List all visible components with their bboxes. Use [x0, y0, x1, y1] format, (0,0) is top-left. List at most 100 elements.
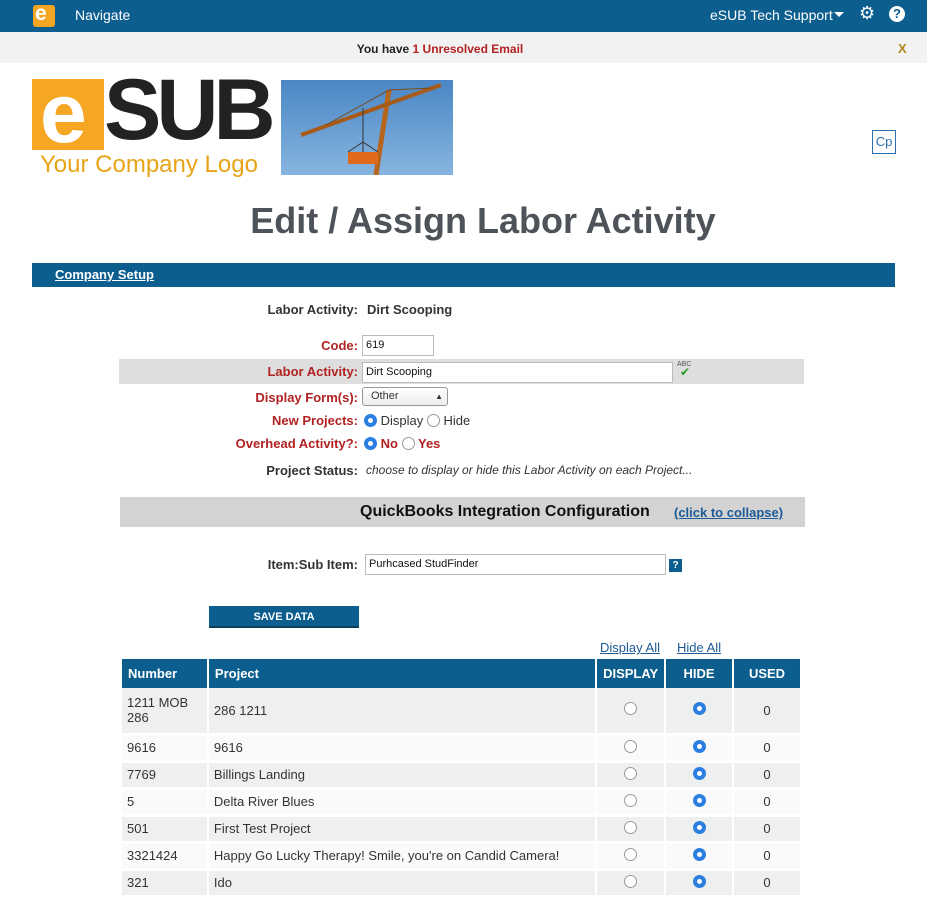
table-header-row: Number Project DISPLAY HIDE USED [122, 659, 802, 688]
overhead-no-radio[interactable] [364, 437, 377, 450]
used-count-cell: 0 [733, 869, 802, 898]
labor-activity-label: Labor Activity: [267, 364, 358, 379]
overhead-no-label: No [380, 436, 398, 451]
display-radio-cell [596, 869, 667, 898]
display-radio[interactable] [624, 874, 638, 888]
header-used[interactable]: USED [733, 659, 802, 688]
used-count-cell: 0 [733, 688, 802, 736]
item-sub-item-input[interactable]: Purhcased StudFinder [365, 554, 666, 575]
quickbooks-section-header: QuickBooks Integration Configuration (cl… [120, 497, 805, 527]
cp-button[interactable]: Cp [872, 130, 896, 154]
top-nav-bar: e Navigate eSUB Tech Support ⚙ ? [0, 0, 927, 32]
notification-message: You have 1 Unresolved Email [0, 42, 880, 56]
project-name-cell: Ido [207, 869, 598, 898]
help-icon[interactable]: ? [669, 559, 682, 572]
company-logo: e SUB Your Company Logo [32, 62, 280, 179]
hide-radio-cell [665, 842, 735, 871]
hide-radio-cell [665, 788, 735, 817]
crane-image [281, 80, 453, 175]
project-status-description: choose to display or hide this Labor Act… [366, 463, 693, 477]
company-setup-link[interactable]: Company Setup [55, 267, 154, 282]
header-hide[interactable]: HIDE [665, 659, 735, 688]
table-row: 5 Delta River Blues 0 [122, 788, 802, 817]
logo-tagline: Your Company Logo [40, 151, 258, 178]
notification-prefix: You have [356, 42, 413, 56]
display-radio[interactable] [624, 847, 638, 861]
display-radio[interactable] [624, 739, 638, 753]
code-input[interactable]: 619 [362, 335, 434, 356]
display-radio[interactable] [624, 793, 638, 807]
check-icon: ✔ [680, 365, 691, 379]
project-number-cell: 9616 [122, 734, 209, 763]
hide-radio-cell [665, 761, 735, 790]
esub-app-icon[interactable]: e [33, 2, 55, 27]
project-number-cell: 1211 MOB 286 [122, 688, 209, 736]
new-projects-display-radio[interactable] [364, 414, 377, 427]
overhead-yes-label: Yes [417, 436, 441, 451]
project-number-cell: 321 [122, 869, 209, 898]
save-data-button[interactable]: SAVE DATA [209, 606, 359, 628]
close-notification-button[interactable]: X [898, 41, 907, 56]
new-projects-label: New Projects: [272, 413, 358, 428]
spell-check-icon[interactable]: ABC ✔ [677, 361, 691, 379]
header-display[interactable]: DISPLAY [596, 659, 667, 688]
display-radio-cell [596, 761, 667, 790]
hide-radio[interactable] [692, 820, 706, 834]
used-count-cell: 0 [733, 842, 802, 871]
display-radio-cell [596, 734, 667, 763]
display-forms-select[interactable]: Other ▲ [362, 387, 448, 406]
new-projects-hide-radio[interactable] [426, 414, 440, 427]
hide-radio[interactable] [692, 739, 706, 753]
quickbooks-title: QuickBooks Integration Configuration [360, 503, 650, 520]
unresolved-email-link[interactable]: 1 Unresolved Email [413, 42, 524, 56]
code-label: Code: [321, 338, 358, 353]
labor-activity-header-value: Dirt Scooping [367, 302, 453, 317]
app-icon-letter: e [35, 2, 47, 25]
hide-radio-cell [665, 688, 735, 736]
overhead-yes-radio[interactable] [401, 437, 415, 450]
hide-radio[interactable] [692, 702, 706, 716]
project-status-label: Project Status: [266, 463, 358, 478]
item-sub-item-label: Item:Sub Item: [267, 557, 358, 572]
table-row: 3321424 Happy Go Lucky Therapy! Smile, yo… [122, 842, 802, 871]
project-name-cell: First Test Project [207, 815, 598, 844]
hide-radio[interactable] [692, 874, 706, 888]
header-project[interactable]: Project [207, 659, 598, 688]
project-number-cell: 501 [122, 815, 209, 844]
display-forms-selected: Other [371, 390, 399, 402]
display-radio[interactable] [624, 766, 638, 780]
display-radio[interactable] [624, 702, 638, 716]
display-all-link[interactable]: Display All [600, 640, 660, 655]
table-row: 9616 9616 0 [122, 734, 802, 763]
chevron-down-icon[interactable] [834, 12, 844, 17]
user-menu[interactable]: eSUB Tech Support [710, 7, 833, 23]
collapse-link[interactable]: (click to collapse) [674, 505, 783, 520]
help-icon[interactable]: ? [889, 6, 905, 22]
used-count-cell: 0 [733, 788, 802, 817]
project-number-cell: 7769 [122, 761, 209, 790]
new-projects-options: Display Hide [364, 413, 470, 428]
breadcrumb-bar: Company Setup [32, 263, 895, 287]
labor-activity-header-label: Labor Activity: [267, 302, 358, 317]
labor-activity-input[interactable]: Dirt Scooping [362, 362, 673, 383]
used-count-cell: 0 [733, 761, 802, 790]
project-number-cell: 5 [122, 788, 209, 817]
select-arrows-icon: ▲ [435, 392, 443, 401]
used-count-cell: 0 [733, 734, 802, 763]
project-name-cell: 9616 [207, 734, 598, 763]
project-number-cell: 3321424 [122, 842, 209, 871]
used-count-cell: 0 [733, 815, 802, 844]
overhead-activity-options: No Yes [364, 436, 440, 451]
hide-radio[interactable] [692, 766, 706, 780]
project-name-cell: 286 1211 [207, 688, 598, 736]
projects-table: Number Project DISPLAY HIDE USED 1211 MO… [122, 659, 802, 898]
hide-all-link[interactable]: Hide All [677, 640, 721, 655]
hide-radio[interactable] [692, 793, 706, 807]
navigate-menu[interactable]: Navigate [75, 7, 130, 23]
table-row: 7769 Billings Landing 0 [122, 761, 802, 790]
header-number[interactable]: Number [122, 659, 209, 688]
display-forms-label: Display Form(s): [255, 390, 358, 405]
gear-icon[interactable]: ⚙ [859, 3, 875, 23]
hide-radio[interactable] [692, 847, 706, 861]
display-radio[interactable] [624, 820, 638, 834]
